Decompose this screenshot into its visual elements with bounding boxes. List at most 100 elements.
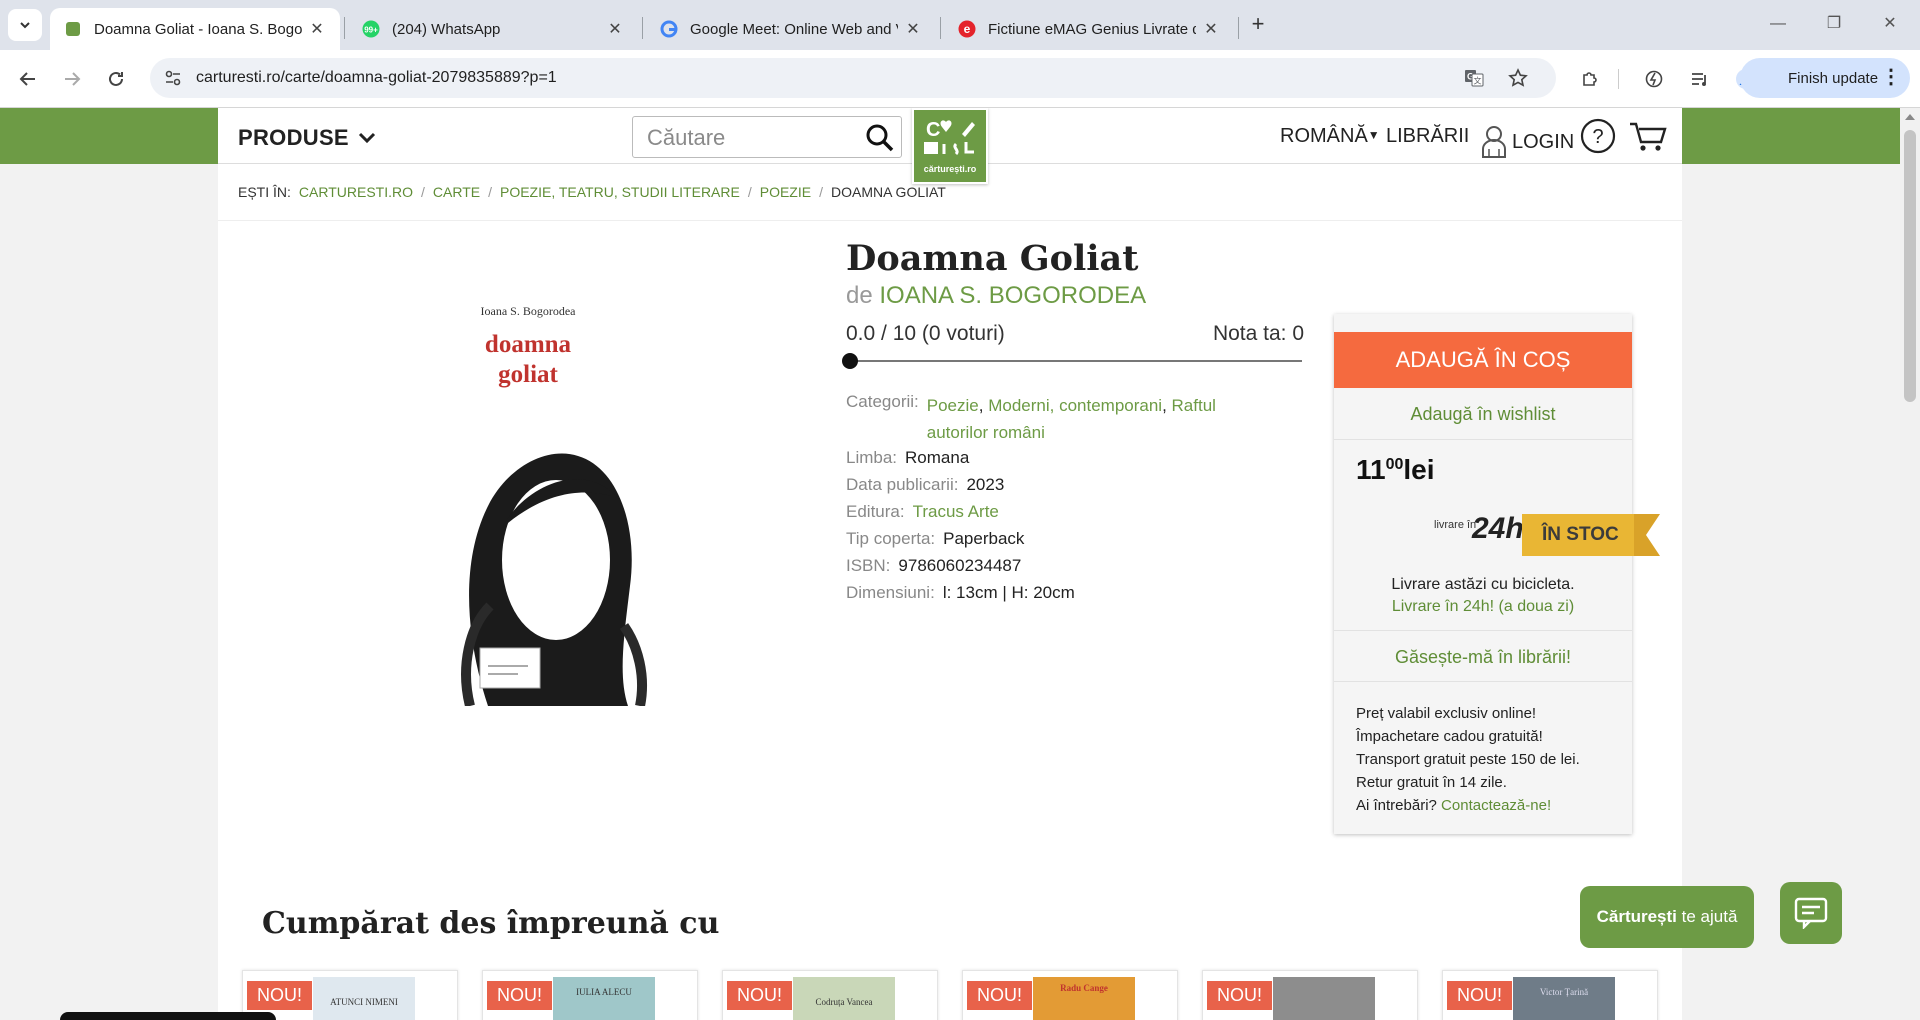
- new-tab-plus-icon[interactable]: +: [1244, 10, 1272, 38]
- restore-icon[interactable]: ❐: [1822, 12, 1846, 36]
- author-line: de IOANA S. BOGORODEA: [846, 282, 1146, 310]
- close-tab-icon[interactable]: ✕: [1202, 19, 1220, 39]
- breadcrumb: EȘTI ÎN: CARTURESTI.RO / CARTE / POEZIE,…: [238, 184, 954, 200]
- search-box[interactable]: [632, 116, 902, 158]
- tab-divider: [940, 17, 941, 39]
- publication-date-label: Data publicarii:: [846, 475, 959, 494]
- related-book-cover-text: Victor Țarină: [1539, 987, 1589, 997]
- isbn-row: ISBN: 9786060234487: [846, 556, 1021, 576]
- related-book-card[interactable]: IULIA ALECU NOU!: [482, 970, 698, 1020]
- performance-icon[interactable]: [1640, 65, 1668, 93]
- back-arrow-icon[interactable]: [14, 65, 42, 93]
- breadcrumb-item-poezie-teatru[interactable]: POEZIE, TEATRU, STUDII LITERARE: [500, 184, 740, 200]
- product-title: Doamna Goliat: [846, 238, 1139, 279]
- category-link-poezie[interactable]: Poezie: [927, 396, 979, 415]
- isbn-value: 9786060234487: [898, 556, 1022, 575]
- bookmark-star-icon[interactable]: [1508, 68, 1528, 88]
- carturesti-favicon-icon: [64, 20, 82, 38]
- add-to-cart-button[interactable]: ADAUGĂ ÎN COȘ: [1334, 332, 1632, 388]
- price-integer: 11: [1356, 454, 1386, 485]
- media-queue-icon[interactable]: [1686, 65, 1714, 93]
- category-link-raftul-cont[interactable]: autorilor români: [927, 423, 1045, 442]
- close-tab-icon[interactable]: ✕: [606, 19, 624, 39]
- close-tab-icon[interactable]: ✕: [904, 19, 922, 39]
- forward-arrow-icon[interactable]: [58, 65, 86, 93]
- tab-emag[interactable]: e Fictiune eMAG Genius Livrate de eMAG ✕: [944, 8, 1234, 50]
- dimensions-value: l: 13cm | H: 20cm: [942, 583, 1075, 602]
- related-book-card[interactable]: Victor Țarină NOU!: [1442, 970, 1658, 1020]
- login-label: LOGIN: [1512, 130, 1575, 153]
- perk-free-return: Retur gratuit în 14 zile.: [1356, 774, 1507, 791]
- page-scrollbar[interactable]: [1900, 108, 1920, 1020]
- cover-type-row: Tip coperta: Paperback: [846, 529, 1024, 549]
- google-icon: [660, 20, 678, 38]
- help-question-icon[interactable]: ?: [1580, 118, 1616, 154]
- tab-google-meet[interactable]: Google Meet: Online Web and Video Calls …: [646, 8, 936, 50]
- price-decimals: 00: [1385, 456, 1404, 473]
- svg-text:?: ?: [1592, 126, 1603, 148]
- url-text[interactable]: carturesti.ro/carte/doamna-goliat-207983…: [196, 69, 557, 87]
- language-selector[interactable]: ROMÂNĂ▼: [1280, 125, 1380, 148]
- breadcrumb-separator: /: [819, 184, 823, 200]
- login-link[interactable]: LOGIN: [1480, 125, 1574, 159]
- close-tab-icon[interactable]: ✕: [308, 19, 326, 39]
- cart-icon[interactable]: [1628, 118, 1668, 154]
- scrollbar-thumb[interactable]: [1904, 130, 1916, 402]
- new-badge: NOU!: [1447, 981, 1512, 1010]
- categories-row: Categorii: Poezie, Moderni, contemporani…: [846, 392, 1216, 446]
- new-badge: NOU!: [247, 981, 312, 1010]
- help-widget-button[interactable]: Cărturești te ajută: [1580, 886, 1754, 948]
- products-menu[interactable]: PRODUSE: [238, 125, 379, 151]
- cover-portrait-illustration: [461, 453, 647, 706]
- tab-title: Fictiune eMAG Genius Livrate de eMAG: [988, 20, 1196, 38]
- book-cover-image[interactable]: Ioana S. Bogorodea doamna goliat: [378, 288, 678, 706]
- tab-search-button[interactable]: [8, 9, 42, 41]
- related-book-card[interactable]: ATUNCI NIMENI NOU!: [242, 970, 458, 1020]
- extensions-puzzle-icon[interactable]: [1576, 65, 1604, 93]
- related-book-card[interactable]: NOU!: [1202, 970, 1418, 1020]
- category-link-moderni[interactable]: Moderni, contemporani: [988, 396, 1162, 415]
- scroll-up-arrow-icon[interactable]: [1905, 114, 1915, 120]
- your-rating: Nota ta: 0: [1212, 322, 1304, 345]
- bookstores-link[interactable]: LIBRĂRII: [1386, 125, 1469, 148]
- category-link-raftul[interactable]: Raftul: [1172, 396, 1216, 415]
- finish-update-button[interactable]: Finish update ⋮: [1740, 58, 1910, 98]
- tab-title: (204) WhatsApp: [392, 20, 501, 38]
- search-input[interactable]: [647, 125, 857, 151]
- author-link[interactable]: IOANA S. BOGORODEA: [879, 282, 1146, 309]
- categories-list: Poezie, Moderni, contemporani, Raftul au…: [926, 396, 1216, 442]
- tab-doamna-goliat[interactable]: Doamna Goliat - Ioana S. Bogorodea ✕: [50, 8, 340, 50]
- rating-slider[interactable]: [842, 353, 1302, 369]
- site-header: PRODUSE C cărturești.ro: [218, 108, 1682, 184]
- svg-text:e: e: [964, 22, 971, 36]
- related-book-card[interactable]: Codruța Vancea NOU!: [722, 970, 938, 1020]
- search-icon[interactable]: [865, 123, 895, 153]
- add-to-wishlist-link[interactable]: Adaugă în wishlist: [1334, 388, 1632, 440]
- publisher-link[interactable]: Tracus Arte: [913, 502, 999, 522]
- cover-type-value: Paperback: [943, 529, 1025, 548]
- site-settings-icon[interactable]: [164, 69, 182, 87]
- new-badge: NOU!: [1207, 981, 1272, 1010]
- divider: [218, 220, 1682, 221]
- chat-button[interactable]: [1780, 882, 1842, 944]
- related-book-cover-text: IULIA ALECU: [576, 987, 632, 997]
- rating-slider-handle[interactable]: [842, 353, 858, 369]
- close-window-icon[interactable]: ✕: [1878, 12, 1902, 36]
- address-bar[interactable]: carturesti.ro/carte/doamna-goliat-207983…: [150, 58, 1556, 98]
- publisher-label: Editura:: [846, 502, 905, 521]
- tab-whatsapp[interactable]: 99+ (204) WhatsApp ✕: [348, 8, 638, 50]
- translate-icon[interactable]: G文: [1464, 68, 1484, 88]
- find-in-store-link[interactable]: Găsește-mă în librării!: [1334, 630, 1632, 682]
- breadcrumb-item-poezie[interactable]: POEZIE: [760, 184, 811, 200]
- breadcrumb-item-home[interactable]: CARTURESTI.RO: [299, 184, 413, 200]
- minimize-icon[interactable]: —: [1766, 12, 1790, 36]
- related-book-card[interactable]: Radu Cange NOU!: [962, 970, 1178, 1020]
- carturesti-logo[interactable]: C cărturești.ro: [912, 108, 988, 184]
- more-menu-icon[interactable]: ⋮: [1881, 67, 1901, 87]
- contact-link[interactable]: Contactează-ne!: [1441, 797, 1551, 814]
- reload-icon[interactable]: [102, 65, 130, 93]
- browser-tab-strip: Doamna Goliat - Ioana S. Bogorodea ✕ 99+…: [0, 0, 1920, 50]
- page-viewport: PRODUSE C cărturești.ro: [0, 108, 1900, 1020]
- delivery-24h-link[interactable]: Livrare în 24h! (a doua zi): [1334, 598, 1632, 616]
- breadcrumb-item-carte[interactable]: CARTE: [433, 184, 480, 200]
